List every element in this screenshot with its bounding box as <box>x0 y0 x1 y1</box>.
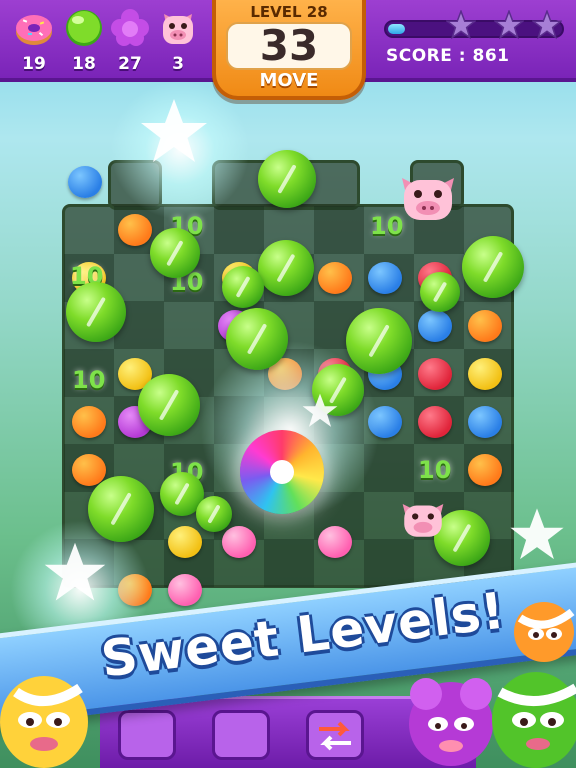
yellow-creature-icon <box>0 662 92 768</box>
pink-candy[interactable] <box>318 526 352 558</box>
goal-pig-count: 3 <box>172 54 184 74</box>
board-cell[interactable] <box>364 539 414 588</box>
pink-donut-icon <box>14 8 54 48</box>
red-candy[interactable] <box>418 406 452 438</box>
board-cell[interactable] <box>64 206 114 254</box>
score-label: SCORE : 861 <box>386 46 510 66</box>
sparkle-star-icon <box>40 540 110 610</box>
green-lollipop-candy <box>258 240 314 296</box>
pig-icon <box>398 496 448 544</box>
level-moves-panel: LEVEL 28 33 MOVE <box>212 0 366 100</box>
orange-candy[interactable] <box>318 262 352 294</box>
sparkle-star-icon <box>506 506 568 568</box>
bonus-score-label: 10 <box>72 366 106 394</box>
yellow-candy[interactable] <box>168 526 202 558</box>
purple-flower-candy-icon <box>110 8 150 48</box>
goal-pig: 3 <box>156 8 200 74</box>
goal-lollipop-count: 18 <box>72 54 96 74</box>
board-cell[interactable] <box>264 539 314 588</box>
moves-label: MOVE <box>259 70 319 91</box>
blue-candy[interactable] <box>418 310 452 342</box>
board-cell[interactable] <box>214 206 264 254</box>
purple-creature-icon <box>406 664 496 768</box>
pig-icon <box>396 168 460 228</box>
green-lollipop-candy <box>66 282 126 342</box>
green-candy-icon <box>64 8 104 48</box>
green-lollipop-candy <box>226 308 288 370</box>
pink-candy[interactable] <box>222 526 256 558</box>
red-candy[interactable] <box>418 358 452 390</box>
star-icon <box>493 9 525 40</box>
star-icon <box>445 9 477 40</box>
shuffle-arrows-icon <box>319 721 351 751</box>
sparkle-star-icon <box>300 392 340 434</box>
goal-flower-count: 27 <box>118 54 142 74</box>
green-lollipop-candy <box>196 496 232 532</box>
board-cell[interactable] <box>314 206 364 254</box>
green-lollipop-candy <box>462 236 524 298</box>
score-progress-fill <box>388 24 405 34</box>
rainbow-swirl-candy <box>240 430 324 514</box>
blue-candy[interactable] <box>468 406 502 438</box>
booster-slot[interactable] <box>118 710 176 760</box>
level-label: LEVEL 28 <box>250 3 328 21</box>
booster-slot[interactable] <box>212 710 270 760</box>
green-lollipop-candy <box>346 308 412 374</box>
green-lollipop-candy <box>138 374 200 436</box>
pink-candy[interactable] <box>168 574 202 606</box>
booster-shuffle-button[interactable] <box>306 710 364 760</box>
goal-lollipop: 18 <box>62 8 106 74</box>
goal-donut-count: 19 <box>22 54 46 74</box>
green-lollipop-candy <box>150 228 200 278</box>
orange-candy[interactable] <box>118 214 152 246</box>
yellow-candy[interactable] <box>468 358 502 390</box>
moves-count: 33 <box>259 21 319 70</box>
board-cell[interactable] <box>164 301 214 349</box>
orange-creature-icon <box>512 598 576 666</box>
pig-icon <box>158 8 198 48</box>
goal-donut: 19 <box>12 8 56 74</box>
green-lollipop-candy <box>88 476 154 542</box>
green-lollipop-candy <box>420 272 460 312</box>
orange-candy[interactable] <box>468 310 502 342</box>
goal-flower: 27 <box>108 8 152 74</box>
green-lollipop-candy <box>222 266 264 308</box>
sparkle-star-icon <box>136 96 212 172</box>
bonus-score-label: 10 <box>418 456 452 484</box>
blue-candy[interactable] <box>368 262 402 294</box>
orange-candy[interactable] <box>468 454 502 486</box>
star-icon <box>531 9 563 40</box>
green-lollipop-candy <box>258 150 316 208</box>
orange-candy[interactable] <box>72 406 106 438</box>
blue-candy[interactable] <box>68 166 102 198</box>
green-creature-icon <box>486 658 576 768</box>
